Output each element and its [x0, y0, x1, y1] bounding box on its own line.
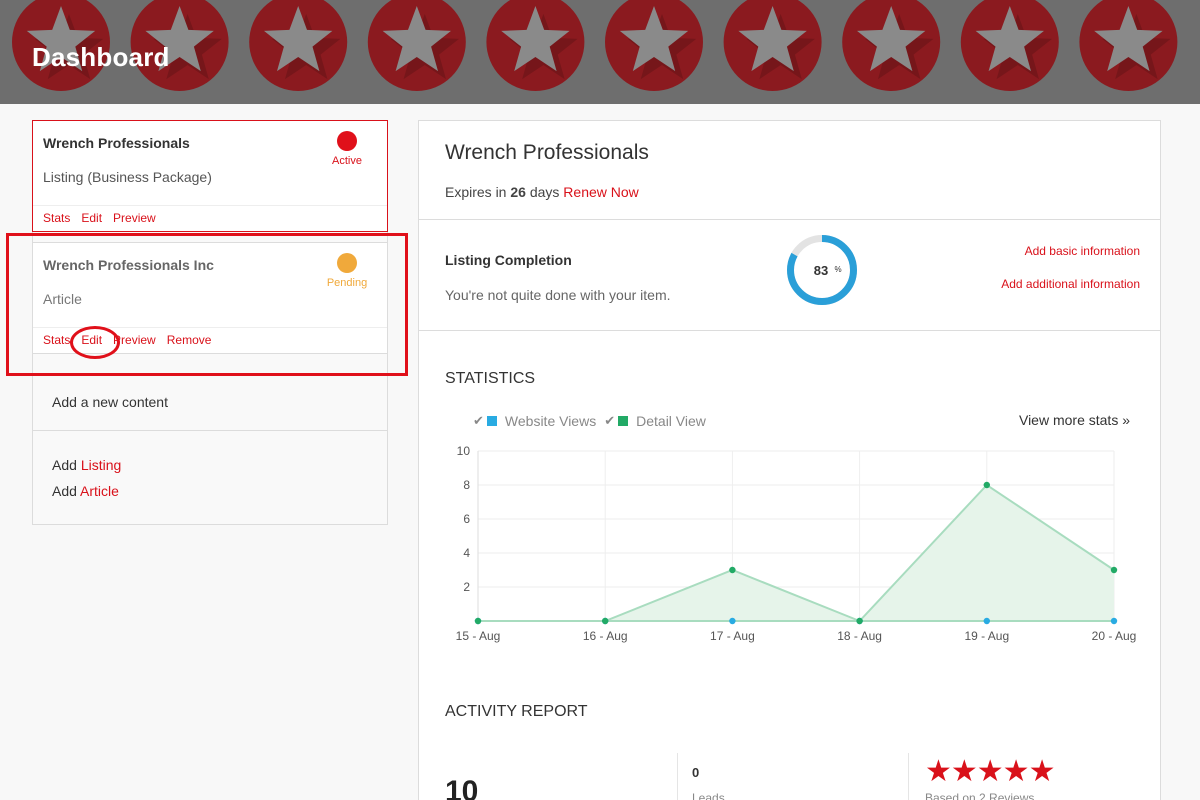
y-tick-label: 4 [463, 546, 470, 560]
column-divider [908, 753, 909, 800]
column-divider [677, 753, 678, 800]
detail-view-point [729, 566, 736, 574]
x-tick-label: 18 - Aug [837, 629, 882, 643]
listing-detail-panel: Wrench Professionals Expires in 26 days … [418, 120, 1161, 800]
status-dot-icon [337, 131, 357, 151]
activity-report-heading: ACTIVITY REPORT [445, 703, 588, 720]
star-badge-icon [486, 0, 585, 91]
content-card-active[interactable]: Wrench Professionals Active Listing (Bus… [32, 120, 388, 232]
detail-view-point [983, 481, 990, 489]
add-listing-link[interactable]: Listing [81, 457, 121, 473]
website-views-point [1110, 617, 1118, 625]
x-tick-label: 15 - Aug [456, 629, 501, 643]
header-star-pattern [12, 0, 1178, 91]
status-badge: Active [317, 131, 377, 167]
detail-view-point [1110, 566, 1118, 574]
y-tick-label: 10 [457, 444, 471, 458]
page-title: Dashboard [32, 42, 170, 72]
add-article-row: Add Article [52, 478, 388, 504]
star-badge-icon [367, 0, 466, 91]
leads-value: 0 [692, 765, 700, 780]
status-label: Active [332, 155, 362, 167]
add-new-content-heading: Add a new content [32, 376, 388, 431]
y-tick-label: 8 [463, 478, 470, 492]
detail-view-point [602, 617, 609, 625]
add-prefix: Add [52, 457, 77, 473]
rating-stars-icon: ★★★★★ [925, 755, 1055, 788]
card-title[interactable]: Wrench Professionals [43, 135, 190, 151]
card-subtitle: Listing (Business Package) [43, 169, 212, 185]
statistics-area-chart: 2 4 6 8 10 15 - Aug 16 - Aug 17 - Aug 18 - Aug 19… [456, 444, 1137, 643]
website-views-point [729, 617, 736, 625]
y-tick-label: 6 [463, 512, 470, 526]
add-article-link[interactable]: Article [80, 483, 119, 499]
add-listing-row: Add Listing [52, 452, 388, 478]
edit-link[interactable]: Edit [81, 211, 102, 225]
y-tick-label: 2 [463, 580, 470, 594]
star-badge-icon [842, 0, 941, 91]
card-actions: Stats Edit Preview [33, 205, 387, 231]
x-tick-label: 16 - Aug [583, 629, 628, 643]
reviews-count-label: Based on 2 Reviews [925, 791, 1035, 800]
highlight-annotation-box [6, 233, 408, 376]
stats-link[interactable]: Stats [43, 211, 70, 225]
add-links-list: Add Listing Add Article [32, 452, 388, 504]
x-tick-label: 17 - Aug [710, 629, 755, 643]
star-badge-icon [1079, 0, 1178, 91]
preview-link[interactable]: Preview [113, 211, 156, 225]
star-badge-icon [605, 0, 703, 91]
detail-view-point [474, 617, 482, 625]
x-tick-label: 19 - Aug [964, 629, 1009, 643]
activity-big-value: 10 [445, 775, 479, 800]
add-prefix: Add [52, 483, 77, 499]
star-badge-icon [249, 0, 348, 91]
header-banner: Dashboard [0, 0, 1200, 104]
edit-highlight-circle [70, 326, 120, 359]
star-badge-icon [960, 0, 1059, 91]
star-badge-icon [723, 0, 822, 91]
website-views-point [983, 617, 990, 625]
detail-view-point [856, 617, 863, 625]
x-tick-label: 20 - Aug [1092, 629, 1137, 643]
leads-label: Leads [692, 791, 725, 800]
